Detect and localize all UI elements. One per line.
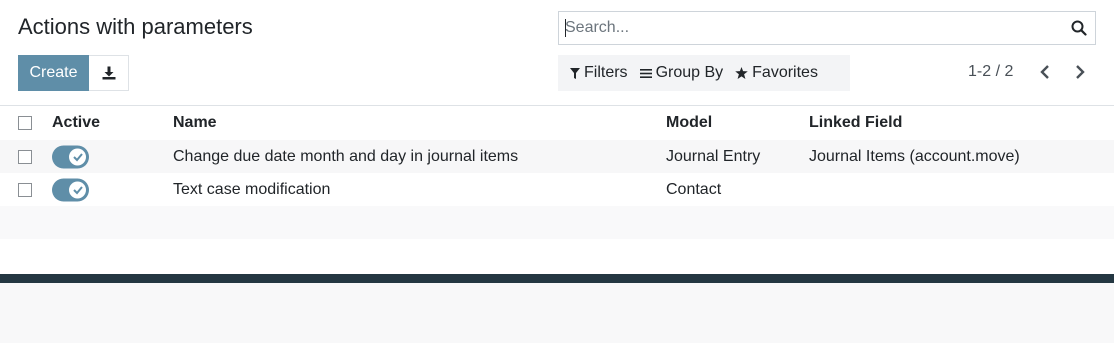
favorites-button[interactable]: Favorites <box>735 64 818 82</box>
row-model: Journal Entry <box>666 147 761 165</box>
search-icon[interactable] <box>1071 20 1087 36</box>
download-button[interactable] <box>89 55 129 91</box>
table-row[interactable]: Change due date month and day in journal… <box>0 140 1114 173</box>
footer-area <box>0 283 1114 343</box>
column-header-model[interactable]: Model <box>666 114 712 132</box>
check-icon <box>72 185 83 194</box>
check-icon <box>72 152 83 161</box>
pager-value[interactable]: 1-2 / 2 <box>968 63 1013 81</box>
row-checkbox[interactable] <box>18 182 32 197</box>
page-title: Actions with parameters <box>18 14 253 39</box>
bars-icon <box>639 68 652 78</box>
group-by-button[interactable]: Group By <box>639 64 724 82</box>
table-header-row: Active Name Model Linked Field <box>0 106 1114 140</box>
text-cursor <box>565 19 566 37</box>
list-table: Active Name Model Linked Field Change du… <box>0 106 1114 239</box>
footer-bar <box>0 274 1114 283</box>
group-by-label: Group By <box>655 64 724 81</box>
active-toggle[interactable] <box>52 178 89 201</box>
favorites-label: Favorites <box>752 64 818 81</box>
row-model: Contact <box>666 180 722 198</box>
row-name: Text case modification <box>173 180 331 198</box>
chevron-right-icon[interactable] <box>1071 64 1087 80</box>
chevron-left-icon[interactable] <box>1038 64 1054 80</box>
download-icon <box>102 66 115 80</box>
create-button[interactable]: Create <box>18 55 89 91</box>
active-toggle[interactable] <box>52 145 89 168</box>
row-checkbox[interactable] <box>18 149 32 164</box>
search-input[interactable] <box>559 12 1059 44</box>
column-header-active[interactable]: Active <box>52 114 100 132</box>
star-icon <box>735 67 748 79</box>
column-header-name[interactable]: Name <box>173 114 217 132</box>
select-all-checkbox[interactable] <box>18 116 32 130</box>
table-row[interactable]: Text case modification Contact <box>0 173 1114 206</box>
filter-icon <box>570 67 580 79</box>
row-name: Change due date month and day in journal… <box>173 147 519 165</box>
filters-button[interactable]: Filters <box>570 64 628 82</box>
column-header-linked-field[interactable]: Linked Field <box>809 114 902 132</box>
search-panel-buttons: Filters Group By Favorites <box>558 55 850 91</box>
empty-row <box>0 206 1114 239</box>
search-box[interactable] <box>558 11 1096 45</box>
filters-label: Filters <box>584 64 628 81</box>
row-linked-field: Journal Items (account.move) <box>809 147 1020 165</box>
